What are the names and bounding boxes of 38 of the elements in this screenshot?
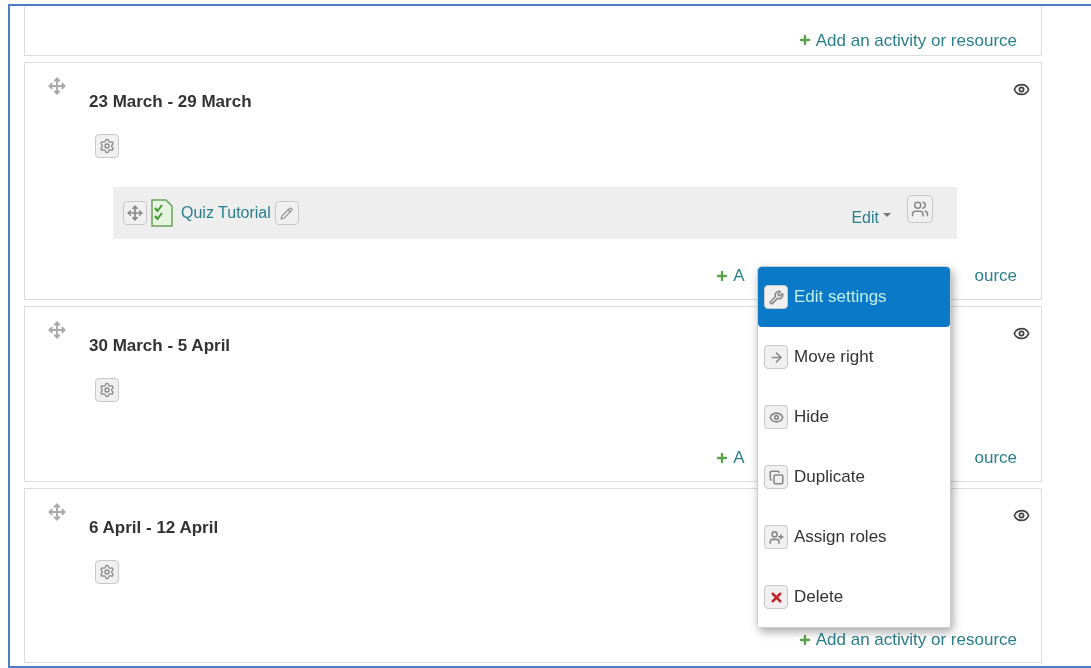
add-activity-link[interactable]: A <box>733 445 745 471</box>
menu-item[interactable]: Move right <box>758 327 950 387</box>
caret-icon <box>883 213 891 218</box>
delete-icon[interactable] <box>764 585 788 609</box>
menu-item[interactable]: Duplicate <box>758 447 950 507</box>
gear-icon[interactable] <box>95 134 119 159</box>
gear-icon[interactable] <box>95 378 119 402</box>
plus-icon <box>715 450 730 465</box>
arrow-right-icon[interactable] <box>764 345 788 369</box>
move-icon[interactable] <box>48 77 66 95</box>
move-icon[interactable] <box>48 502 66 521</box>
user-plus-icon[interactable] <box>764 525 788 549</box>
menu-item[interactable]: Edit settings <box>758 267 950 327</box>
plus-icon <box>797 632 812 647</box>
move-icon[interactable] <box>48 320 66 339</box>
plus-icon <box>715 269 730 283</box>
add-activity-link[interactable]: ource <box>974 263 1017 289</box>
quiz-document-icon <box>151 199 173 228</box>
menu-item[interactable]: Hide <box>758 387 950 447</box>
eye-icon[interactable] <box>1012 81 1030 98</box>
add-activity-link[interactable]: A <box>733 263 745 289</box>
add-activity-link[interactable]: Add an activity or resource <box>797 626 1017 653</box>
menu-item[interactable]: Assign roles <box>758 507 950 567</box>
plus-icon <box>797 33 812 48</box>
section-title: 6 April - 12 April <box>89 516 219 538</box>
section-title: 30 March - 5 April <box>89 334 231 356</box>
user-group-icon[interactable] <box>907 195 933 224</box>
copy-icon[interactable] <box>764 465 788 489</box>
add-activity-link[interactable]: ource <box>974 445 1017 471</box>
edit-dropdown[interactable]: Edit <box>851 206 891 231</box>
pencil-icon[interactable] <box>274 201 299 226</box>
menu-item[interactable]: Delete <box>758 567 950 627</box>
add-activity-link[interactable]: Add an activity or resource <box>797 27 1017 53</box>
activity-link[interactable]: Quiz Tutorial <box>181 201 271 226</box>
wrench-icon[interactable] <box>764 285 788 309</box>
gear-icon[interactable] <box>95 559 119 584</box>
section-title: 23 March - 29 March <box>89 91 252 113</box>
move-icon[interactable] <box>123 201 147 226</box>
